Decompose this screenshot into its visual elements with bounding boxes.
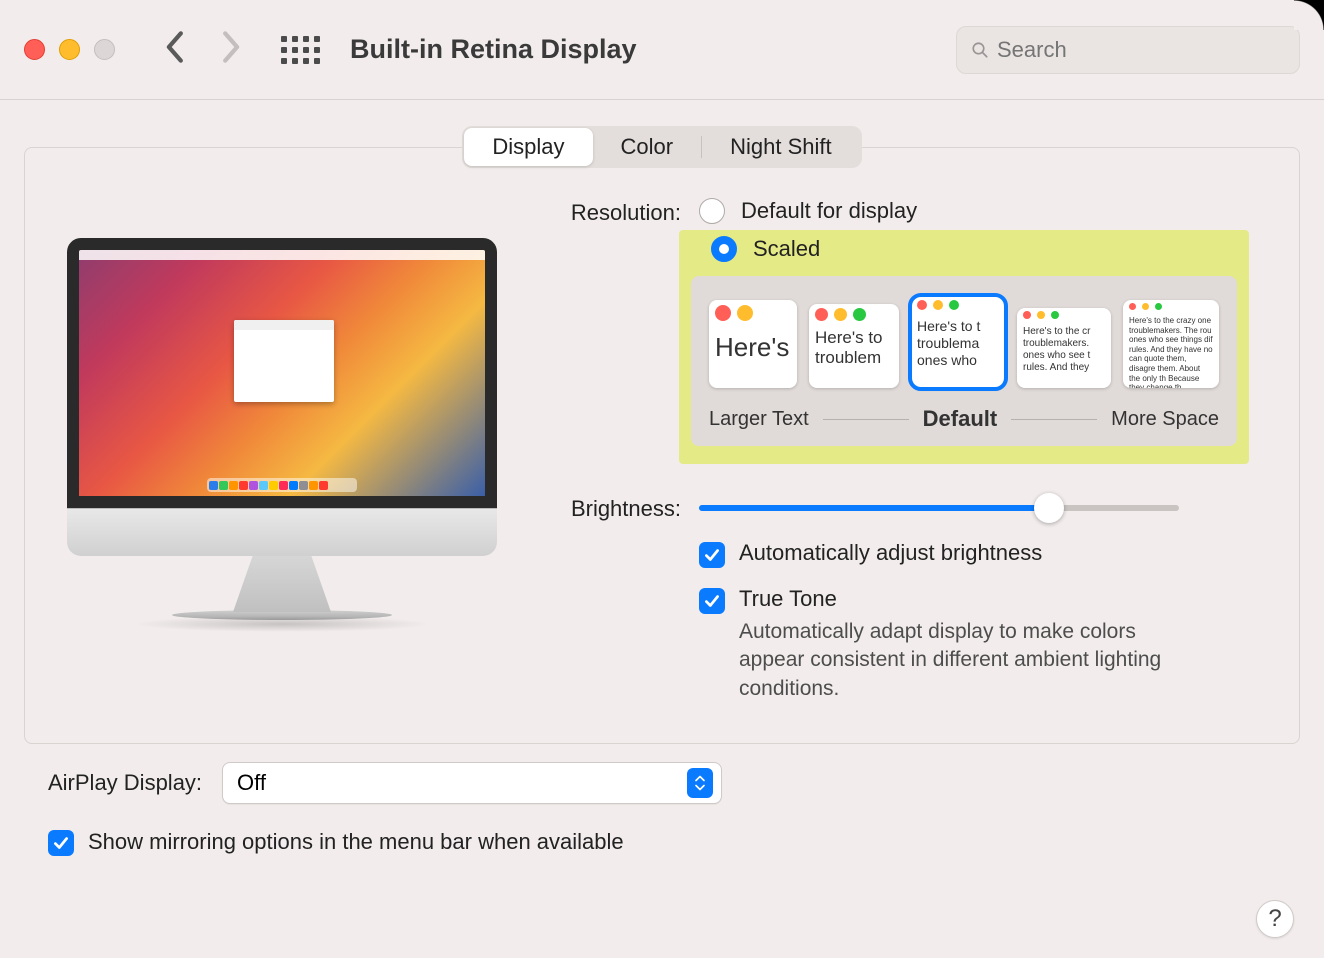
airplay-label: AirPlay Display:: [48, 770, 202, 796]
display-panel: Resolution: Default for display Scaled: [24, 147, 1300, 744]
toolbar: Built-in Retina Display: [0, 0, 1324, 100]
show-mirroring-checkbox[interactable]: [48, 830, 74, 856]
search-input[interactable]: [997, 37, 1285, 63]
scale-option-1[interactable]: Here's: [709, 300, 797, 388]
tab-color[interactable]: Color: [593, 128, 702, 166]
forward-button[interactable]: [221, 30, 243, 69]
zoom-window-button[interactable]: [94, 39, 115, 60]
show-all-prefs-button[interactable]: [281, 36, 320, 64]
scale-option-default[interactable]: Here's to t troublema ones who: [911, 296, 1005, 388]
resolution-label: Resolution:: [539, 198, 699, 464]
search-icon: [971, 37, 989, 63]
search-box[interactable]: [956, 26, 1300, 74]
airplay-select[interactable]: Off: [222, 762, 722, 804]
select-arrows-icon: [687, 768, 713, 798]
more-space-label: More Space: [1111, 408, 1219, 431]
preview-screen: [67, 238, 497, 508]
window-title: Built-in Retina Display: [350, 34, 956, 65]
true-tone-checkbox[interactable]: [699, 588, 725, 614]
tab-bar: Display Color Night Shift: [462, 126, 861, 168]
tab-display[interactable]: Display: [464, 128, 592, 166]
brightness-slider[interactable]: [699, 494, 1179, 522]
window-corner: [1294, 0, 1324, 30]
auto-brightness-label: Automatically adjust brightness: [739, 540, 1042, 566]
scale-option-4[interactable]: Here's to the cr troublemakers. ones who…: [1017, 308, 1111, 388]
tab-night-shift[interactable]: Night Shift: [702, 128, 860, 166]
radio-default-for-display[interactable]: [699, 198, 725, 224]
auto-brightness-checkbox[interactable]: [699, 542, 725, 568]
back-button[interactable]: [163, 30, 185, 69]
airplay-value: Off: [237, 770, 266, 796]
radio-scaled[interactable]: [711, 236, 737, 262]
scaled-highlight: Scaled Here's Here's to troublem: [679, 230, 1249, 464]
radio-default-label: Default for display: [741, 198, 917, 224]
show-mirroring-label: Show mirroring options in the menu bar w…: [88, 829, 624, 855]
true-tone-label: True Tone: [739, 586, 1179, 612]
minimize-window-button[interactable]: [59, 39, 80, 60]
default-scale-label: Default: [923, 406, 998, 432]
nav-buttons: [163, 30, 243, 69]
brightness-label: Brightness:: [539, 494, 699, 703]
help-button[interactable]: ?: [1256, 900, 1294, 938]
larger-text-label: Larger Text: [709, 408, 809, 431]
resolution-scale-picker: Here's Here's to troublem Here's to t tr…: [691, 276, 1237, 446]
display-preview: [25, 198, 539, 713]
true-tone-description: Automatically adapt display to make colo…: [739, 618, 1179, 703]
scale-option-2[interactable]: Here's to troublem: [809, 304, 899, 388]
scale-option-5[interactable]: Here's to the crazy one troublemakers. T…: [1123, 300, 1219, 388]
radio-scaled-label: Scaled: [753, 236, 820, 262]
traffic-lights: [24, 39, 115, 60]
close-window-button[interactable]: [24, 39, 45, 60]
